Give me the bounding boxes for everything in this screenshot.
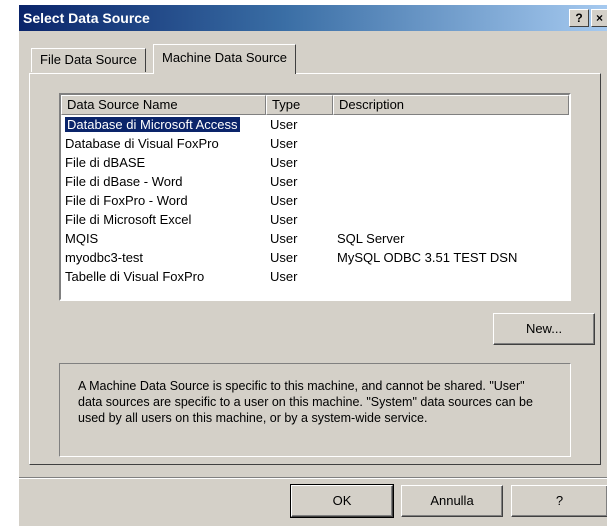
- item-description: MySQL ODBC 3.51 TEST DSN: [337, 250, 518, 265]
- item-description: [333, 153, 569, 172]
- column-header-type[interactable]: Type: [266, 95, 333, 115]
- list-item[interactable]: File di dBASE User: [61, 153, 569, 172]
- item-description: [333, 267, 569, 286]
- info-groupbox: A Machine Data Source is specific to thi…: [59, 363, 571, 457]
- list-item[interactable]: File di dBase - Word User: [61, 172, 569, 191]
- title-bar[interactable]: Select Data Source ? ×: [19, 5, 607, 31]
- cancel-button[interactable]: Annulla: [401, 485, 503, 517]
- item-description: [333, 172, 569, 191]
- list-item[interactable]: myodbc3-test User MySQL ODBC 3.51 TEST D…: [61, 248, 569, 267]
- info-text: A Machine Data Source is specific to thi…: [78, 379, 533, 425]
- item-description: [333, 210, 569, 229]
- help-title-button[interactable]: ?: [569, 9, 589, 27]
- item-type: User: [270, 212, 298, 227]
- item-type: User: [270, 250, 298, 265]
- select-data-source-dialog: Select Data Source ? × File Data Source …: [18, 4, 607, 526]
- item-name: File di dBASE: [65, 155, 146, 170]
- item-type: User: [270, 193, 298, 208]
- close-button[interactable]: ×: [591, 9, 607, 27]
- list-item[interactable]: Tabelle di Visual FoxPro User: [61, 267, 569, 286]
- new-button[interactable]: New...: [493, 313, 595, 345]
- data-source-list[interactable]: Data Source Name Type Description Databa…: [59, 93, 571, 301]
- help-button[interactable]: ?: [511, 485, 607, 517]
- item-description: [333, 115, 569, 134]
- tab-machine-data-source[interactable]: Machine Data Source: [153, 44, 297, 74]
- list-item[interactable]: Database di Microsoft Access User: [61, 115, 569, 134]
- item-type: User: [270, 174, 298, 189]
- list-header: Data Source Name Type Description: [61, 95, 569, 115]
- item-name: File di Microsoft Excel: [65, 212, 192, 227]
- item-description: SQL Server: [337, 231, 405, 246]
- item-type: User: [270, 155, 298, 170]
- item-type: User: [270, 231, 298, 246]
- item-type: User: [270, 136, 298, 151]
- footer-separator: [19, 477, 607, 479]
- item-type: User: [270, 117, 298, 132]
- list-item[interactable]: File di FoxPro - Word User: [61, 191, 569, 210]
- item-name: myodbc3-test: [65, 250, 144, 265]
- list-item[interactable]: File di Microsoft Excel User: [61, 210, 569, 229]
- list-item[interactable]: Database di Visual FoxPro User: [61, 134, 569, 153]
- item-name: Tabelle di Visual FoxPro: [65, 269, 205, 284]
- tab-strip: File Data Source Machine Data Source: [19, 42, 607, 74]
- column-header-description[interactable]: Description: [333, 95, 569, 115]
- ok-button[interactable]: OK: [290, 484, 394, 518]
- item-name: File di dBase - Word: [65, 174, 183, 189]
- item-name: Database di Visual FoxPro: [65, 136, 219, 151]
- item-name: Database di Microsoft Access: [64, 116, 241, 133]
- window-title: Select Data Source: [23, 10, 150, 26]
- item-description: [333, 134, 569, 153]
- item-name: MQIS: [65, 231, 99, 246]
- item-description: [333, 191, 569, 210]
- item-name: File di FoxPro - Word: [65, 193, 188, 208]
- list-item[interactable]: MQIS User SQL Server: [61, 229, 569, 248]
- column-header-name[interactable]: Data Source Name: [61, 95, 266, 115]
- item-type: User: [270, 269, 298, 284]
- tab-file-data-source[interactable]: File Data Source: [31, 48, 146, 72]
